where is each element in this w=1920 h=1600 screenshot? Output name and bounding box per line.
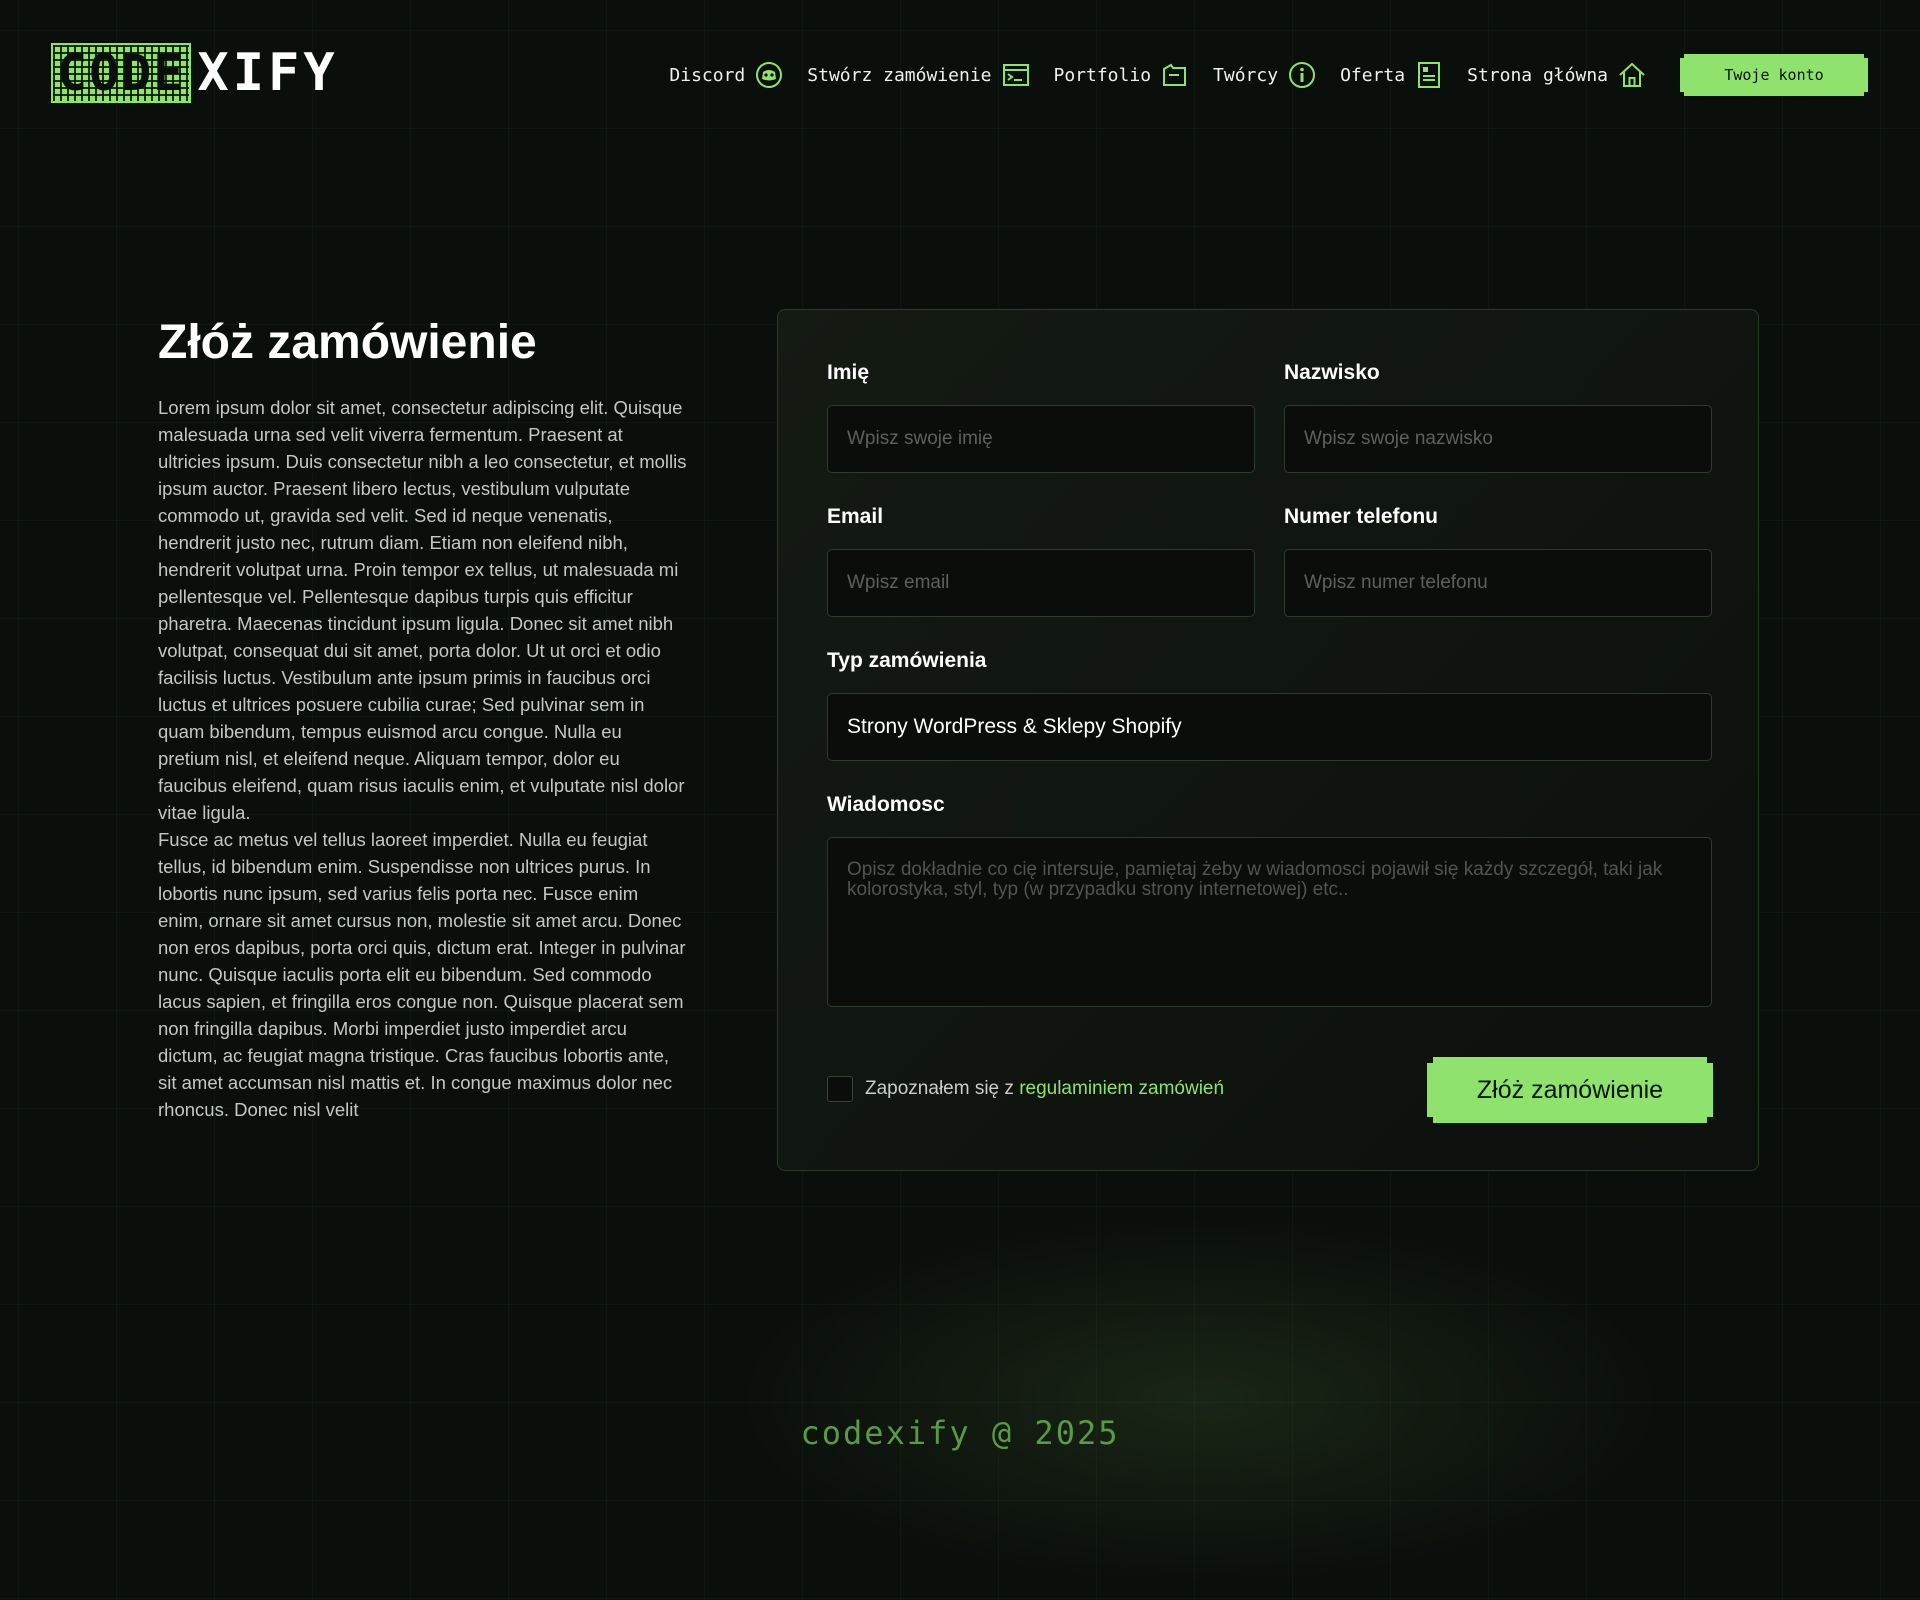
discord-icon (756, 62, 783, 88)
order-type-label: Typ zamówienia (827, 649, 987, 672)
nav-item-discord[interactable]: Discord (669, 61, 783, 89)
background-glow (700, 1200, 1700, 1600)
page-title: Złóż zamówienie (158, 316, 537, 369)
submit-order-button[interactable]: Złóż zamówienie (1427, 1057, 1713, 1123)
nav-item-creators[interactable]: Twórcy (1213, 61, 1316, 89)
logo[interactable]: CODE XIFY (51, 43, 339, 103)
email-label: Email (827, 505, 884, 528)
main-nav: Discord Stwórz zamówienie Portfolio Twór… (669, 54, 1868, 96)
nav-item-label: Oferta (1340, 64, 1406, 86)
info-icon (1289, 62, 1316, 88)
nav-item-label: Twórcy (1213, 64, 1279, 86)
message-textarea[interactable] (827, 837, 1712, 1007)
terms-link[interactable]: regulaminiem zamówień (1019, 1078, 1224, 1099)
footer-copyright: codexify @ 2025 (800, 1414, 1120, 1452)
order-form: Imię Nazwisko Email Numer telefonu Typ z… (777, 309, 1759, 1171)
account-button[interactable]: Twoje konto (1680, 54, 1868, 96)
nav-item-offer[interactable]: Oferta (1340, 61, 1443, 89)
nav-item-label: Strona główna (1467, 64, 1608, 86)
last-name-label: Nazwisko (1284, 361, 1380, 384)
nav-item-portfolio[interactable]: Portfolio (1054, 61, 1190, 89)
terms-text: Zapoznałem się z regulaminiem zamówień (865, 1078, 1224, 1100)
terms-prefix: Zapoznałem się z (865, 1078, 1020, 1099)
nav-item-label: Discord (669, 64, 746, 86)
phone-label: Numer telefonu (1284, 505, 1439, 528)
phone-input[interactable] (1284, 549, 1712, 617)
nav-item-label: Stwórz zamówienie (807, 64, 992, 86)
home-icon (1619, 62, 1645, 87)
order-type-select[interactable]: Strony WordPress & Sklepy Shopify (827, 693, 1712, 761)
intro-paragraph-1: Lorem ipsum dolor sit amet, consectetur … (158, 397, 687, 823)
logo-text-xify: XIFY (197, 43, 339, 103)
intro-paragraph-2: Fusce ac metus vel tellus laoreet imperd… (158, 829, 686, 1120)
intro-text: Lorem ipsum dolor sit amet, consectetur … (158, 394, 688, 1174)
document-icon (1418, 62, 1441, 88)
first-name-input[interactable] (827, 405, 1255, 473)
nav-item-create-order[interactable]: Stwórz zamówienie (807, 61, 1029, 89)
first-name-label: Imię (827, 361, 870, 384)
nav-item-label: Portfolio (1053, 64, 1152, 86)
logo-text-code: CODE (57, 44, 186, 102)
message-label: Wiadomosc (827, 793, 945, 816)
email-input[interactable] (827, 549, 1255, 617)
logo-code-block: CODE (51, 43, 192, 103)
terms-checkbox[interactable] (827, 1076, 853, 1102)
terminal-window-icon (1002, 64, 1029, 86)
nav-item-home[interactable]: Strona główna (1467, 61, 1646, 89)
folder-icon (1163, 63, 1187, 86)
last-name-input[interactable] (1284, 405, 1712, 473)
order-type-selected-value: Strony WordPress & Sklepy Shopify (847, 715, 1182, 738)
